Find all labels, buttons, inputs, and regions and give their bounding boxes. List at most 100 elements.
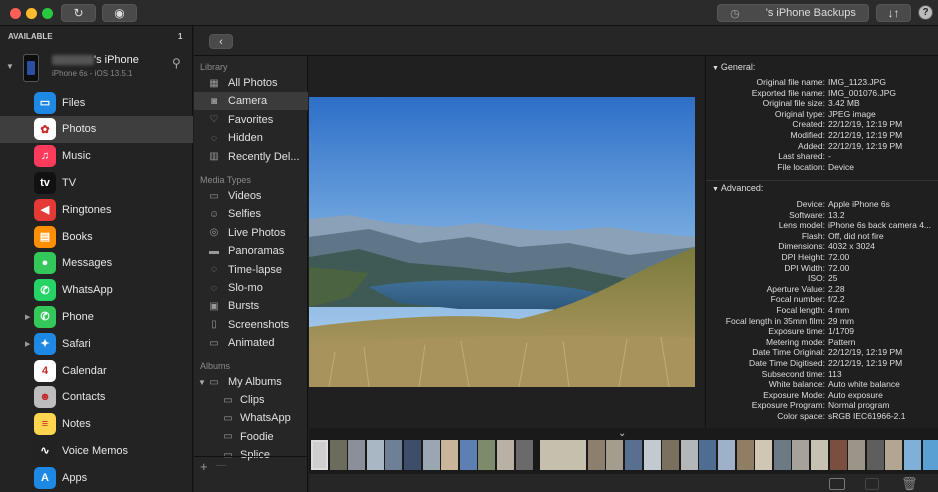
remove-album-button[interactable]: — [216, 460, 226, 471]
info-row: Flash: Off, did not fire [706, 231, 938, 242]
info-key: Exported file name: [751, 87, 825, 98]
backups-button[interactable]: ◷ 's iPhone Backups [717, 4, 869, 22]
my-albums-row[interactable]: ▼ ▭ My Albums [194, 373, 308, 391]
sidebar-item-photos[interactable]: ✿ Photos [0, 115, 193, 143]
info-key: Focal length in 35mm film: [725, 315, 825, 326]
library-item-favorites[interactable]: ♡ Favorites [194, 111, 308, 129]
sidebar-item-notes[interactable]: ≡ Notes [0, 411, 193, 438]
photo-thumbnail[interactable] [385, 440, 403, 470]
add-album-button[interactable]: + [200, 459, 208, 474]
photo-thumbnail[interactable] [348, 440, 366, 470]
sidebar-item-tv[interactable]: tv TV [0, 169, 193, 196]
import-icon[interactable] [865, 478, 879, 490]
photo-thumbnail[interactable] [478, 440, 496, 470]
library-item-all-photos[interactable]: ▦ All Photos [194, 74, 308, 92]
photo-thumbnail[interactable] [699, 440, 717, 470]
photo-thumbnail[interactable] [422, 440, 440, 470]
preview-button[interactable]: ◉ [102, 4, 137, 22]
photo-thumbnail[interactable] [792, 440, 810, 470]
library-item-animated[interactable]: ▭ Animated [194, 334, 308, 352]
sidebar-item-messages[interactable]: ● Messages [0, 250, 193, 277]
info-value: Auto white balance [828, 379, 900, 390]
library-item-screenshots[interactable]: ▯ Screenshots [194, 316, 308, 334]
info-value: 13.2 [828, 209, 845, 220]
minimize-window-button[interactable] [26, 8, 37, 19]
info-row: Date Time Digitised: 22/12/19, 12:19 PM [706, 358, 938, 369]
photo-thumbnail[interactable] [736, 440, 754, 470]
library-item-foodie[interactable]: ▭ Foodie [194, 428, 308, 446]
info-row: Lens model: iPhone 6s back camera 4... [706, 220, 938, 231]
photo-thumbnail[interactable] [829, 440, 847, 470]
library-item-camera[interactable]: ◙ Camera [194, 92, 308, 111]
sidebar-item-contacts[interactable]: ☻ Contacts [0, 384, 193, 411]
help-button[interactable]: ? [918, 5, 933, 20]
photo-thumbnail[interactable] [866, 440, 884, 470]
photo-thumbnail[interactable] [311, 440, 328, 470]
library-item-time-lapse[interactable]: ◌ Time-lapse [194, 261, 308, 279]
sidebar-item-phone[interactable]: ▶ ✆ Phone [0, 303, 193, 330]
my-albums-disclosure-icon[interactable]: ▼ [198, 378, 206, 387]
disclosure-icon[interactable]: ▶ [25, 313, 30, 321]
library-item-hidden[interactable]: ◌ Hidden [194, 129, 308, 147]
library-item-live-photos[interactable]: ◎ Live Photos [194, 224, 308, 242]
library-item-whatsapp[interactable]: ▭ WhatsApp [194, 409, 308, 427]
transfer-button[interactable]: ↓↑ [876, 4, 911, 22]
photo-thumbnail[interactable] [625, 440, 642, 470]
sidebar-item-books[interactable]: ▤ Books [0, 223, 193, 250]
photo-thumbnail[interactable] [718, 440, 735, 470]
close-window-button[interactable] [10, 8, 21, 19]
library-item-slo-mo[interactable]: ◌ Slo-mo [194, 279, 308, 297]
selfies-icon: ☺ [208, 208, 220, 220]
photo-thumbnail[interactable] [662, 440, 680, 470]
general-header[interactable]: ▼ General: [712, 62, 755, 72]
photo-thumbnail[interactable] [606, 440, 624, 470]
device-row[interactable]: ▼ 's iPhone iPhone 6s - iOS 13.5.1 ⚲ [0, 50, 193, 84]
sidebar-item-label: Voice Memos [62, 444, 129, 457]
photo-thumbnail[interactable] [643, 440, 661, 470]
photo-thumbnail[interactable] [811, 440, 828, 470]
photo-thumbnail[interactable] [773, 440, 791, 470]
library-item-selfies[interactable]: ☺ Selfies [194, 205, 308, 223]
export-icon[interactable] [829, 478, 845, 490]
photo-thumbnail[interactable] [922, 440, 938, 470]
sidebar-item-ringtones[interactable]: ◀ Ringtones [0, 196, 193, 223]
photo-thumbnail[interactable] [587, 440, 605, 470]
disclosure-icon[interactable]: ▶ [25, 340, 30, 348]
photo-thumbnail[interactable] [366, 440, 384, 470]
photo-thumbnail[interactable] [848, 440, 866, 470]
landscape-photo[interactable] [309, 97, 695, 387]
chevron-down-icon[interactable]: ⌄ [618, 428, 626, 439]
photo-thumbnail[interactable] [459, 440, 477, 470]
back-button[interactable]: ‹ [209, 34, 233, 49]
library-item-videos[interactable]: ▭ Videos [194, 187, 308, 205]
info-key: Date Time Original: [752, 347, 825, 358]
sidebar-item-safari[interactable]: ▶ ✦ Safari [0, 330, 193, 357]
library-item-recently-del[interactable]: ▥ Recently Del... [194, 148, 308, 166]
sidebar-item-music[interactable]: ♫ Music [0, 143, 193, 170]
zoom-window-button[interactable] [42, 8, 53, 19]
sidebar-item-calendar[interactable]: 4 Calendar [0, 357, 193, 384]
photo-thumbnail[interactable] [497, 440, 514, 470]
photo-thumbnail[interactable] [680, 440, 698, 470]
sidebar-item-apps[interactable]: A Apps [0, 464, 193, 491]
sidebar-item-voice-memos[interactable]: ∿ Voice Memos [0, 437, 193, 464]
library-item-clips[interactable]: ▭ Clips [194, 391, 308, 409]
photo-thumbnail[interactable] [755, 440, 773, 470]
photo-thumbnail[interactable] [540, 440, 587, 470]
library-item-panoramas[interactable]: ▬ Panoramas [194, 242, 308, 260]
photo-thumbnail[interactable] [885, 440, 903, 470]
library-item-bursts[interactable]: ▣ Bursts [194, 297, 308, 315]
photo-thumbnail[interactable] [441, 440, 459, 470]
photo-thumbnail[interactable] [515, 440, 533, 470]
sidebar-item-files[interactable]: ▭ Files [0, 89, 193, 116]
photo-thumbnail[interactable] [904, 440, 921, 470]
info-value: 25 [828, 273, 838, 284]
sidebar-item-whatsapp[interactable]: ✆ WhatsApp [0, 277, 193, 304]
messages-icon: ● [34, 252, 56, 275]
device-disclosure-icon[interactable]: ▼ [6, 62, 14, 71]
photo-thumbnail[interactable] [404, 440, 421, 470]
advanced-header[interactable]: ▼ Advanced: [712, 183, 763, 193]
trash-icon[interactable]: 🗑 [901, 476, 918, 492]
refresh-button[interactable]: ↻ [61, 4, 96, 22]
photo-thumbnail[interactable] [329, 440, 347, 470]
